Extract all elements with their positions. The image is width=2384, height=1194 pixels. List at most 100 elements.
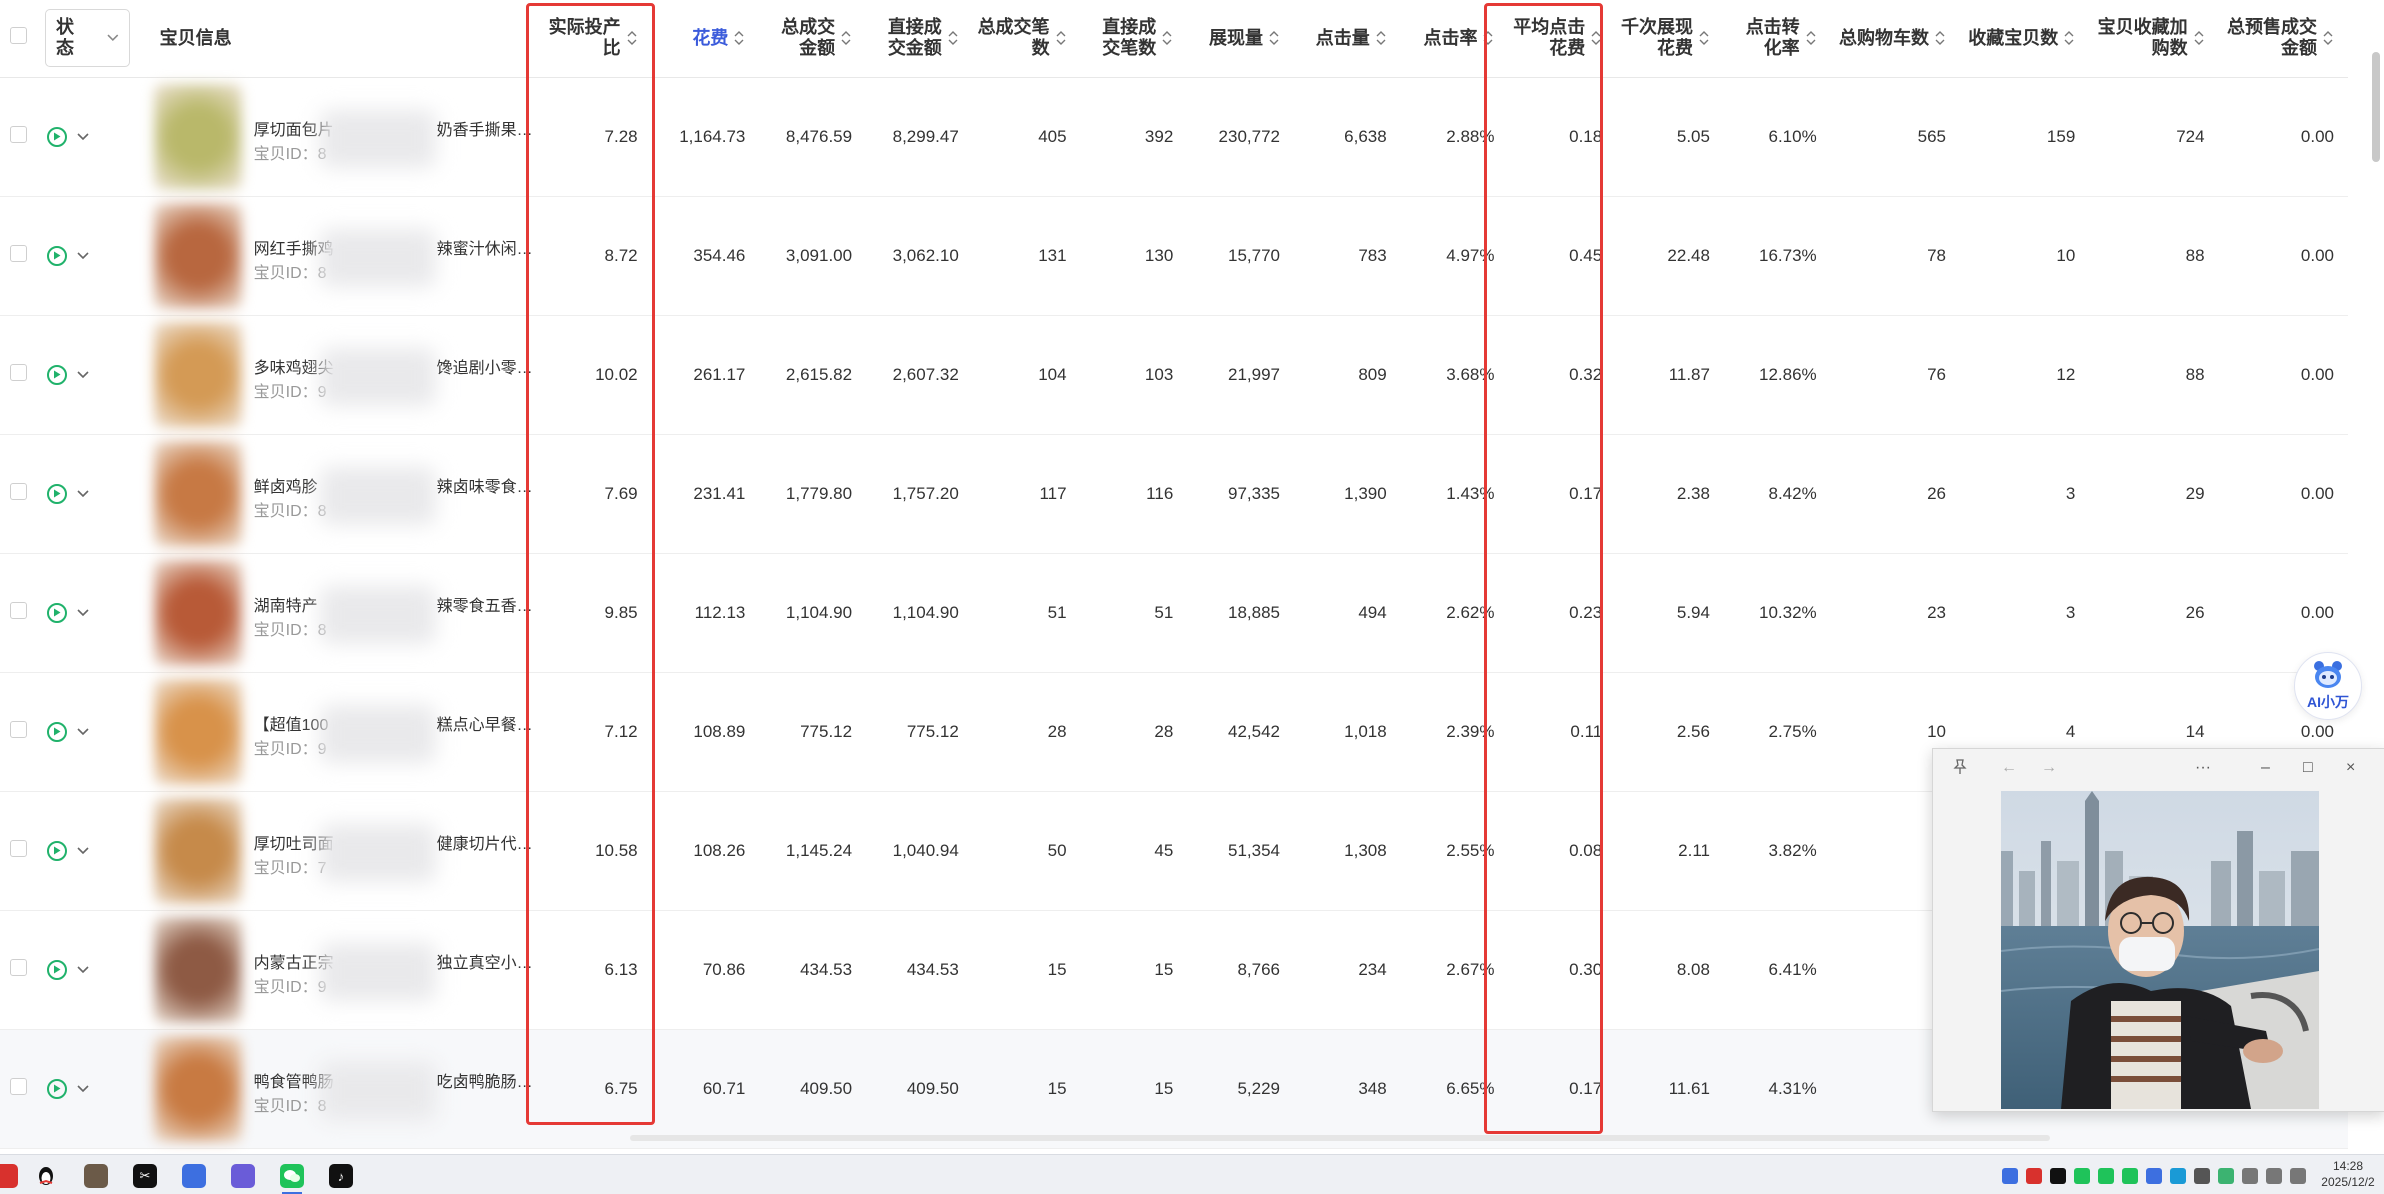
sort-icon[interactable] [1055, 29, 1067, 47]
qq-penguin-icon[interactable] [34, 1164, 58, 1188]
row-checkbox[interactable] [10, 720, 27, 738]
tray-app-icon[interactable] [2146, 1168, 2162, 1184]
item-name-suffix[interactable]: 糕点心早餐… [437, 711, 533, 735]
browser-icon[interactable] [0, 1164, 18, 1188]
row-checkbox[interactable] [10, 125, 27, 143]
more-options-button[interactable]: ··· [2195, 759, 2211, 777]
wechat-icon[interactable] [280, 1164, 304, 1188]
maximize-button[interactable]: □ [2303, 759, 2313, 777]
item-name-suffix[interactable]: 馋追剧小零… [437, 354, 533, 378]
row-checkbox[interactable] [10, 601, 27, 619]
row-checkbox[interactable] [10, 839, 27, 857]
column-header-clicks[interactable]: 点击量 [1294, 0, 1401, 78]
ai-assistant-button[interactable]: AI小万 [2294, 652, 2362, 720]
column-header-impressions[interactable]: 展现量 [1187, 0, 1294, 78]
tray-wechat-icon[interactable] [2122, 1168, 2138, 1184]
tray-tiktok-icon[interactable] [2050, 1168, 2066, 1184]
sort-icon[interactable] [947, 29, 959, 47]
table-row[interactable]: 网红手撕鸡 宝贝ID：8 辣蜜汁休闲… 8.72 354.46 3,091.00 3,062… [0, 196, 2348, 316]
horizontal-scrollbar[interactable] [630, 1135, 2050, 1141]
tray-wechat-icon[interactable] [2074, 1168, 2090, 1184]
app-purple-icon[interactable] [231, 1164, 255, 1188]
table-row[interactable]: 厚切面包片 宝贝ID：8 奶香手撕果… 7.28 1,164.73 8,476.59 8,2… [0, 77, 2348, 197]
status-toggle[interactable] [46, 126, 89, 147]
app-blue-icon[interactable] [182, 1164, 206, 1188]
item-thumbnail[interactable] [153, 321, 242, 428]
row-checkbox[interactable] [10, 363, 27, 381]
status-toggle[interactable] [46, 602, 89, 623]
tray-app-icon[interactable] [2170, 1168, 2186, 1184]
column-header-fav[interactable]: 收藏宝贝数 [1959, 0, 2090, 78]
pin-icon[interactable] [1953, 759, 1967, 780]
table-row[interactable]: 鲜卤鸡胗 宝贝ID：8 辣卤味零食… 7.69 231.41 1,779.80 1,757.… [0, 434, 2348, 554]
tray-app-icon[interactable] [2002, 1168, 2018, 1184]
column-header-presale[interactable]: 总预售成交金额 [2218, 0, 2348, 78]
status-toggle[interactable] [46, 364, 89, 385]
tiktok-icon[interactable]: ♪ [329, 1164, 353, 1188]
tray-wechat-icon[interactable] [2098, 1168, 2114, 1184]
item-name-suffix[interactable]: 奶香手撕果… [437, 116, 533, 140]
row-checkbox[interactable] [10, 1077, 27, 1095]
vertical-scrollbar[interactable] [2372, 52, 2380, 162]
item-thumbnail[interactable] [153, 83, 242, 190]
sort-icon[interactable] [2063, 29, 2075, 47]
sort-icon[interactable] [840, 29, 852, 47]
column-header-cost[interactable]: 花费 [651, 0, 760, 78]
table-row[interactable]: 湖南特产 宝贝ID：8 辣零食五香… 9.85 112.13 1,104.90 1,104.… [0, 553, 2348, 673]
item-name-suffix[interactable]: 独立真空小… [437, 949, 533, 973]
sort-icon[interactable] [1698, 29, 1710, 47]
column-header-cvr[interactable]: 点击转化率 [1723, 0, 1831, 78]
sort-icon[interactable] [1268, 29, 1280, 47]
status-toggle[interactable] [46, 959, 89, 980]
column-header-orders[interactable]: 总成交笔数 [972, 0, 1081, 78]
tray-usb-icon[interactable] [2194, 1168, 2210, 1184]
item-thumbnail[interactable] [153, 916, 242, 1023]
sort-icon[interactable] [2193, 29, 2205, 47]
item-name-suffix[interactable]: 吃卤鸭脆肠… [437, 1068, 533, 1092]
row-checkbox[interactable] [10, 958, 27, 976]
column-header-direct_orders[interactable]: 直接成交笔数 [1080, 0, 1188, 78]
column-header-direct_gmv[interactable]: 直接成交金额 [866, 0, 973, 78]
tray-network-icon[interactable] [2266, 1168, 2282, 1184]
item-name[interactable]: 【超值100 [254, 711, 329, 735]
status-toggle[interactable] [46, 245, 89, 266]
forward-arrow-icon[interactable]: → [2041, 759, 2057, 777]
sort-icon[interactable] [733, 29, 745, 47]
status-toggle[interactable] [46, 840, 89, 861]
item-name-suffix[interactable]: 辣卤味零食… [437, 473, 533, 497]
item-thumbnail[interactable] [153, 202, 242, 309]
item-name-suffix[interactable]: 辣零食五香… [437, 592, 533, 616]
select-all-checkbox[interactable] [10, 27, 27, 45]
minimize-button[interactable]: – [2261, 759, 2270, 777]
column-header-fav_cart[interactable]: 宝贝收藏加购数 [2089, 0, 2219, 78]
column-header-cpm[interactable]: 千次展现花费 [1616, 0, 1724, 78]
status-toggle[interactable] [46, 483, 89, 504]
item-name-suffix[interactable]: 辣蜜汁休闲… [437, 235, 533, 259]
sort-icon[interactable] [1375, 29, 1387, 47]
row-checkbox[interactable] [10, 244, 27, 262]
item-thumbnail[interactable] [153, 678, 242, 785]
item-thumbnail[interactable] [153, 559, 242, 666]
tray-volume-icon[interactable] [2242, 1168, 2258, 1184]
close-button[interactable]: × [2346, 759, 2355, 777]
taskbar-clock[interactable]: 14:28 2025/12/2 [2318, 1158, 2378, 1190]
status-filter-dropdown[interactable]: 状态 [44, 9, 130, 68]
row-checkbox[interactable] [10, 482, 27, 500]
status-toggle[interactable] [46, 1078, 89, 1099]
sort-icon[interactable] [1934, 29, 1946, 47]
tray-app-icon[interactable] [2026, 1168, 2042, 1184]
table-row[interactable]: 多味鸡翅尖 宝贝ID：9 馋追剧小零… 10.02 261.17 2,615.82 2,60… [0, 315, 2348, 435]
sort-icon[interactable] [1161, 29, 1173, 47]
sort-icon[interactable] [2322, 29, 2334, 47]
item-thumbnail[interactable] [153, 1035, 242, 1142]
app-thumbnail-icon[interactable] [84, 1164, 108, 1188]
item-name[interactable]: 湖南特产 [254, 592, 318, 616]
item-thumbnail[interactable] [153, 440, 242, 547]
tray-app-icon[interactable] [2218, 1168, 2234, 1184]
item-name[interactable]: 鲜卤鸡胗 [254, 473, 318, 497]
capcut-icon[interactable]: ✂ [133, 1164, 157, 1188]
column-header-gmv[interactable]: 总成交金额 [759, 0, 867, 78]
column-header-cart[interactable]: 总购物车数 [1830, 0, 1960, 78]
back-arrow-icon[interactable]: ← [2001, 759, 2017, 777]
item-name-suffix[interactable]: 健康切片代… [437, 830, 533, 854]
